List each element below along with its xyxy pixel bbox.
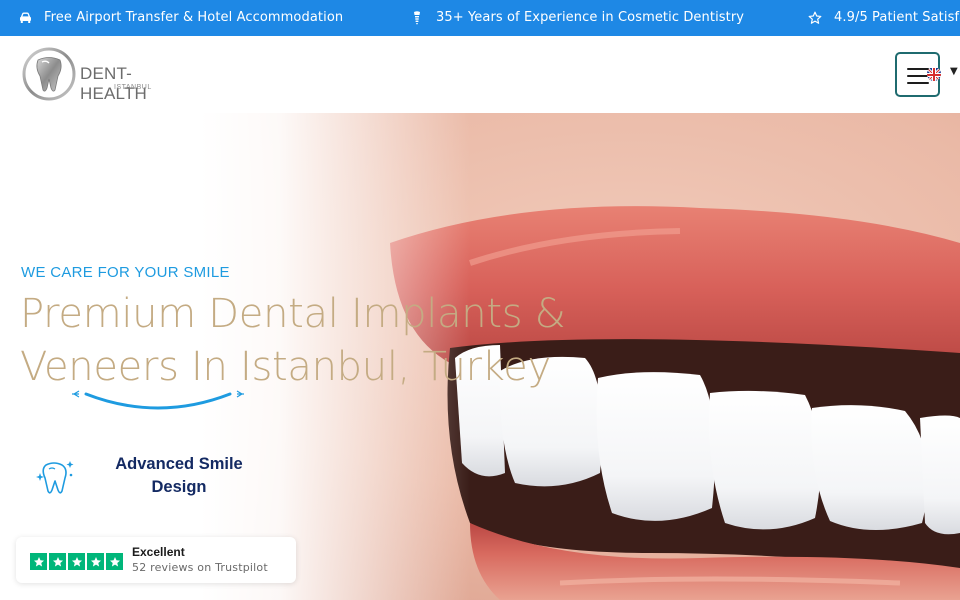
announcement-item-experience: 35+ Years of Experience in Cosmetic Dent… — [410, 10, 744, 25]
uk-flag-icon[interactable] — [927, 67, 941, 81]
feature-label: Advanced Smile Design — [115, 455, 243, 496]
announcement-text: 35+ Years of Experience in Cosmetic Dent… — [436, 10, 745, 25]
star-icon — [808, 11, 822, 25]
trustpilot-stars — [30, 553, 123, 570]
sparkling-tooth-icon — [36, 461, 74, 494]
trustpilot-widget[interactable]: Excellent 52 reviews on Trustpilot — [16, 537, 296, 583]
smile-swoosh-decoration — [72, 390, 244, 410]
trustpilot-rating-word: Excellent — [132, 545, 185, 559]
site-logo[interactable]: DENT-HEALTH ISTANBUL — [22, 46, 192, 104]
chevron-down-icon[interactable]: ▼ — [950, 66, 958, 77]
announcement-bar: Free Airport Transfer & Hotel Accommodat… — [0, 0, 960, 36]
tooth-logo-icon — [22, 47, 76, 101]
car-icon — [18, 11, 32, 25]
feature-advanced-smile-design[interactable]: Advanced Smile Design — [32, 449, 272, 505]
implant-icon — [410, 10, 424, 25]
site-header: DENT-HEALTH ISTANBUL ▼ — [0, 36, 960, 113]
hero-eyebrow: WE CARE FOR YOUR SMILE — [21, 264, 230, 281]
star-icon — [68, 553, 85, 570]
hero-headline: Premium Dental Implants & Veneers In Ist… — [20, 288, 620, 394]
announcement-text: 4.9/5 Patient Satisfaction — [834, 10, 960, 25]
star-icon — [49, 553, 66, 570]
star-icon — [30, 553, 47, 570]
headline-line: Premium Dental Implants & — [20, 291, 566, 337]
announcement-item-rating: 4.9/5 Patient Satisfaction — [808, 10, 960, 25]
logo-subtext: ISTANBUL — [114, 84, 152, 91]
star-icon — [87, 553, 104, 570]
announcement-text: Free Airport Transfer & Hotel Accommodat… — [44, 10, 344, 25]
hamburger-bar — [907, 82, 929, 84]
announcement-item-transfer: Free Airport Transfer & Hotel Accommodat… — [18, 10, 343, 25]
hero-section: WE CARE FOR YOUR SMILE Premium Dental Im… — [0, 113, 960, 600]
star-icon — [106, 553, 123, 570]
hamburger-bar — [907, 75, 929, 77]
trustpilot-review-count: 52 reviews on Trustpilot — [132, 561, 268, 574]
hamburger-icon — [907, 68, 929, 70]
